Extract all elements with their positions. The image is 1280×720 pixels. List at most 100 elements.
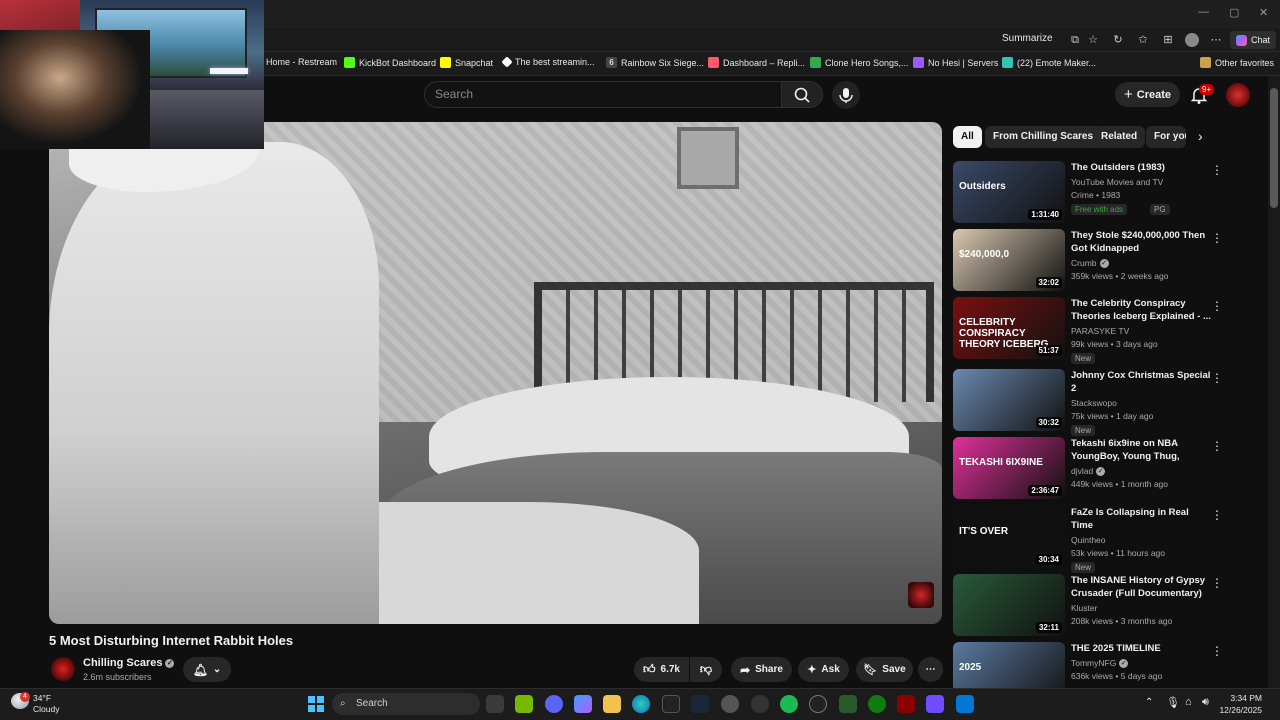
recommendation-channel[interactable]: djvlad ✓ <box>1071 465 1106 478</box>
file-explorer-icon[interactable] <box>603 695 621 713</box>
settings-icon[interactable] <box>751 695 769 713</box>
recommendation-title[interactable]: Johnny Cox Christmas Special 2 <box>1071 369 1211 395</box>
recommendation-title[interactable]: The Celebrity Conspiracy Theories Iceber… <box>1071 297 1211 323</box>
discord-icon[interactable] <box>545 695 563 713</box>
voice-search-button[interactable] <box>832 81 860 109</box>
bookmark-item[interactable]: Home - Restream <box>266 57 337 67</box>
b-app-icon[interactable] <box>839 695 857 713</box>
bookmark-item[interactable]: The best streamin... <box>501 56 595 68</box>
channel-avatar[interactable] <box>51 657 75 681</box>
video-player[interactable] <box>49 122 942 624</box>
volume-icon[interactable]: 🔊︎ <box>1202 696 1209 709</box>
video-thumbnail[interactable]: $240,000,0 32:02 <box>953 229 1065 291</box>
channel-watermark[interactable] <box>908 582 934 608</box>
chevron-right-icon[interactable]: › <box>1198 128 1203 144</box>
ask-button[interactable]: ✦ Ask <box>798 657 849 682</box>
microphone-icon[interactable]: 🎙︎ <box>1166 696 1180 709</box>
recommendation-item[interactable]: TEKASHI 6IX9INE 2:36:47 Tekashi 6ix9ine on… <box>953 437 1228 501</box>
like-button[interactable]: 👍︎ 6.7k <box>634 657 689 682</box>
network-icon[interactable]: ⌂ <box>1185 696 1192 708</box>
steam-icon[interactable] <box>691 695 709 713</box>
recommendation-item[interactable]: IT'S OVER 30:34 FaZe Is Collapsing in Real… <box>953 506 1228 573</box>
more-vertical-icon[interactable]: ⋮ <box>1211 508 1223 522</box>
spotify-icon[interactable] <box>780 695 798 713</box>
clock-time[interactable]: 3:34 PM <box>1226 693 1262 703</box>
active-app-icon[interactable] <box>956 695 974 713</box>
game-app-icon[interactable] <box>897 695 915 713</box>
video-thumbnail[interactable]: 32:11 <box>953 574 1065 636</box>
split-screen-icon[interactable]: ⧉ <box>1068 33 1082 47</box>
chip-related[interactable]: Related <box>1093 126 1146 148</box>
more-menu-icon[interactable]: ⋯ <box>1209 33 1223 47</box>
save-button[interactable]: 🔖︎ Save <box>856 657 913 682</box>
obs-icon[interactable] <box>721 695 739 713</box>
bookmark-item[interactable]: Snapchat <box>440 57 493 68</box>
more-vertical-icon[interactable]: ⋮ <box>1211 371 1223 385</box>
chip-all[interactable]: All <box>953 126 982 148</box>
recommendation-channel[interactable]: Stackswopo <box>1071 397 1117 410</box>
video-thumbnail[interactable]: 30:32 <box>953 369 1065 431</box>
more-vertical-icon[interactable]: ⋮ <box>1211 299 1223 313</box>
profile-icon[interactable] <box>1185 33 1199 47</box>
store-icon[interactable] <box>662 695 680 713</box>
recommendation-title[interactable]: THE 2025 TIMELINE <box>1071 642 1211 655</box>
task-view-icon[interactable] <box>486 695 504 713</box>
channel-name[interactable]: Chilling Scares ✓ <box>83 657 175 669</box>
copilot-app-icon[interactable] <box>574 695 592 713</box>
summarize-button[interactable]: Summarize <box>1002 33 1053 44</box>
close-icon[interactable]: ✕ <box>1259 6 1268 19</box>
bookmark-item[interactable]: KickBot Dashboard <box>344 57 436 68</box>
4k-downloader-icon[interactable] <box>809 695 827 713</box>
create-button[interactable]: + Create <box>1115 82 1180 107</box>
recommendation-item[interactable]: 32:11 The INSANE History of Gypsy Crusade… <box>953 574 1228 638</box>
recommendation-channel[interactable]: Crumb ✓ <box>1071 257 1109 270</box>
recommendation-title[interactable]: They Stole $240,000,000 Then Got Kidnapp… <box>1071 229 1211 255</box>
favorites-icon[interactable]: ✩ <box>1136 33 1150 47</box>
more-vertical-icon[interactable]: ⋮ <box>1211 163 1223 177</box>
more-vertical-icon[interactable]: ⋮ <box>1211 644 1223 658</box>
chevron-up-icon[interactable]: ⌃ <box>1145 697 1153 708</box>
clock-date[interactable]: 12/26/2025 <box>1214 705 1262 715</box>
recommendation-item[interactable]: CELEBRITY CONSPIRACY THEORY ICEBERG 51:37… <box>953 297 1228 364</box>
recommendation-title[interactable]: The INSANE History of Gypsy Crusader (Fu… <box>1071 574 1211 600</box>
weather-description[interactable]: Cloudy <box>33 704 59 714</box>
recommendation-channel[interactable]: Quintheo <box>1071 534 1106 547</box>
copilot-chat-button[interactable]: Chat <box>1230 31 1277 49</box>
edge-icon[interactable] <box>632 695 650 713</box>
recommendation-title[interactable]: Tekashi 6ix9ine on NBA YoungBoy, Young T… <box>1071 437 1211 464</box>
windows-start-icon[interactable] <box>308 696 324 717</box>
bookmark-item[interactable]: Clone Hero Songs,... <box>810 57 909 68</box>
dislike-button[interactable]: 👎︎ <box>690 657 722 682</box>
bookmark-item[interactable]: 6 Rainbow Six Siege... <box>606 57 704 68</box>
recommendation-title[interactable]: The Outsiders (1983) <box>1071 161 1211 174</box>
app-icon[interactable] <box>926 695 944 713</box>
more-actions-button[interactable]: ⋯ <box>918 657 943 682</box>
bookmark-item[interactable]: No Hesi | Servers <box>913 57 998 68</box>
more-vertical-icon[interactable]: ⋮ <box>1211 576 1223 590</box>
recommendation-channel[interactable]: YouTube Movies and TV <box>1071 176 1163 189</box>
recommendation-title[interactable]: FaZe Is Collapsing in Real Time <box>1071 506 1211 532</box>
search-button[interactable] <box>781 81 823 108</box>
recommendation-channel[interactable]: Kluster <box>1071 602 1097 615</box>
share-button[interactable]: ➦ Share <box>731 657 792 682</box>
video-thumbnail[interactable]: IT'S OVER 30:34 <box>953 506 1065 568</box>
maximize-icon[interactable]: ▢ <box>1229 6 1239 19</box>
recommendation-channel[interactable]: TommyNFG ✓ <box>1071 657 1129 670</box>
chip-from-channel[interactable]: From Chilling Scares <box>985 126 1102 148</box>
minimize-icon[interactable]: — <box>1198 6 1209 18</box>
collections-icon[interactable]: ⊞ <box>1161 33 1175 47</box>
refresh-icon[interactable]: ↻ <box>1111 33 1125 47</box>
search-input[interactable]: Search <box>424 81 782 108</box>
recommendation-channel[interactable]: PARASYKE TV <box>1071 325 1129 338</box>
favorite-star-icon[interactable]: ☆ <box>1086 33 1100 47</box>
video-thumbnail[interactable]: TEKASHI 6IX9INE 2:36:47 <box>953 437 1065 499</box>
nvidia-icon[interactable] <box>515 695 533 713</box>
weather-temperature[interactable]: 34°F <box>33 693 51 703</box>
recommendation-item[interactable]: $240,000,0 32:02 They Stole $240,000,000 T… <box>953 229 1228 293</box>
more-vertical-icon[interactable]: ⋮ <box>1211 439 1223 453</box>
taskbar-search[interactable]: ⌕ Search <box>332 693 480 715</box>
subscription-bell-button[interactable]: 🔔︎ ⌄ <box>183 657 231 682</box>
video-thumbnail[interactable]: Outsiders 1:31:40 <box>953 161 1065 223</box>
scrollbar-thumb[interactable] <box>1270 88 1278 208</box>
chip-for-you[interactable]: For you <box>1146 126 1186 148</box>
